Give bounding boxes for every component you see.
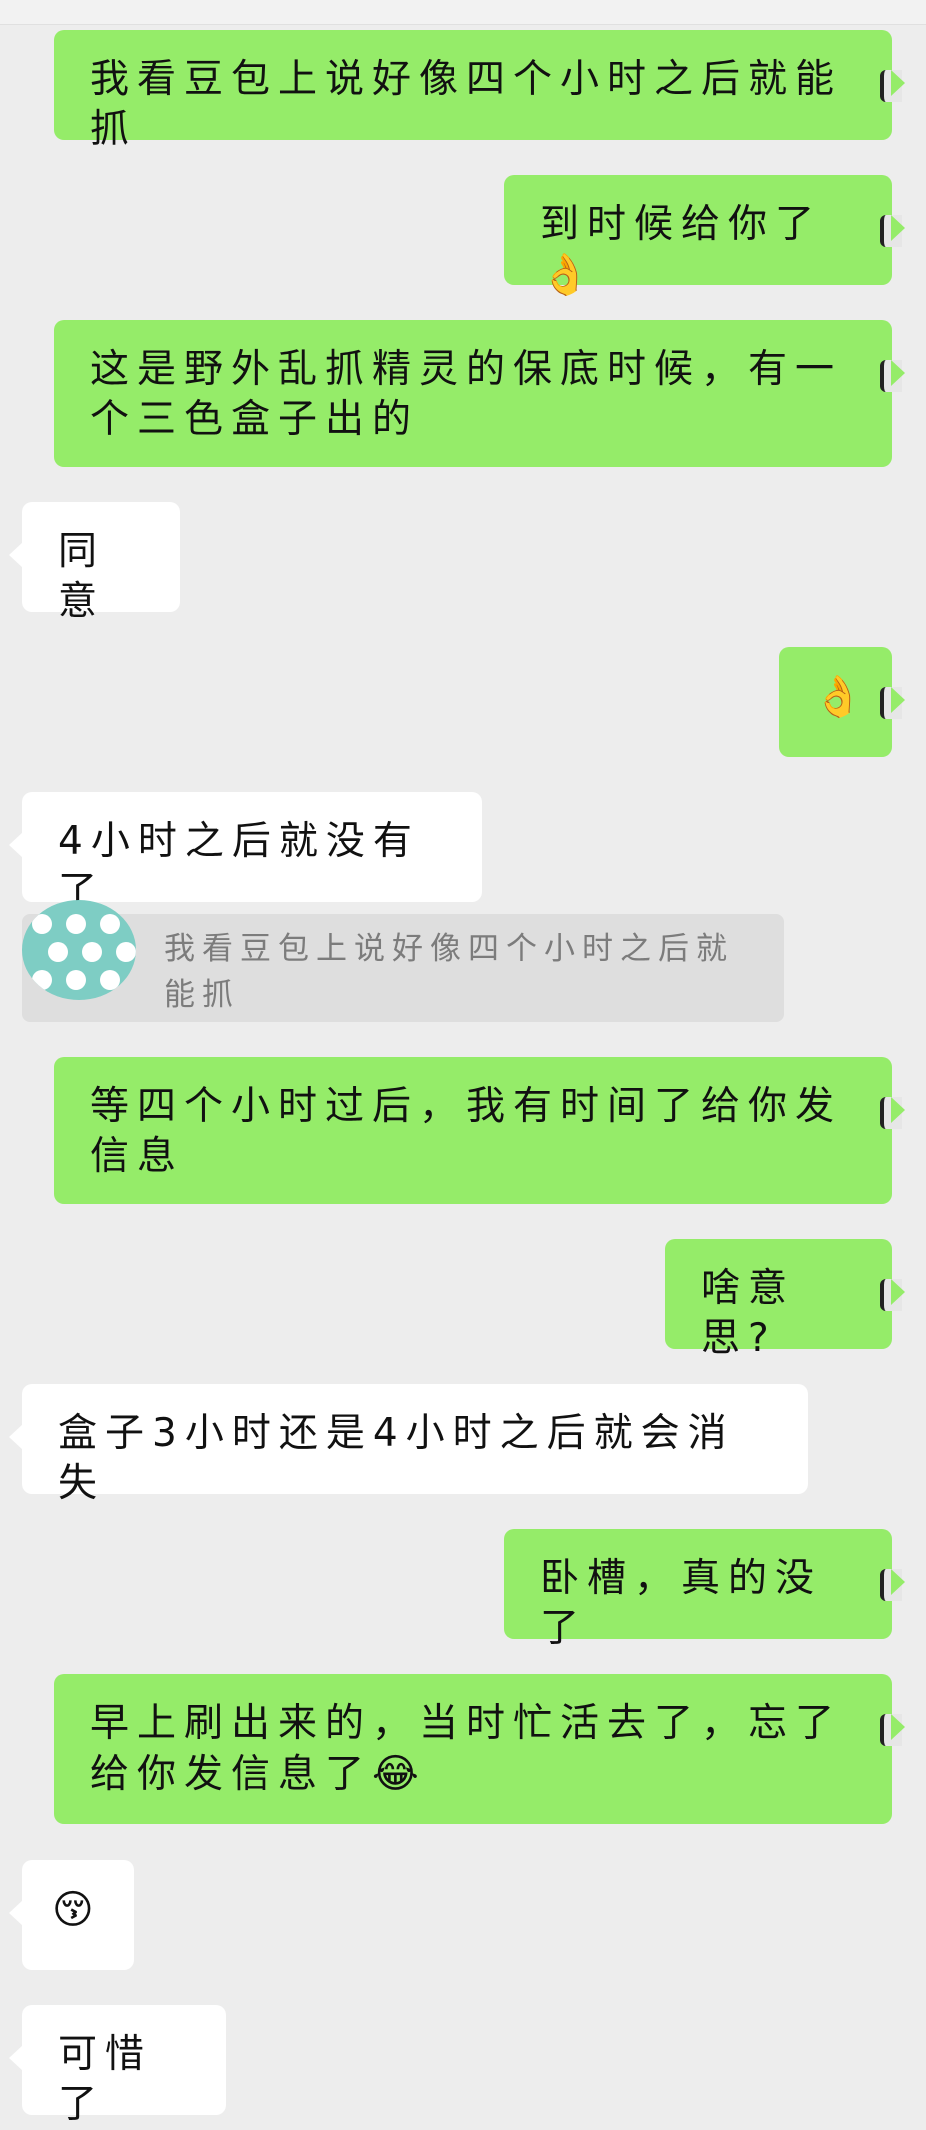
message-text: 4小时之后就没有了: [58, 819, 420, 914]
message-bubble-sent[interactable]: 等四个小时过后，我有时间了给你发信息: [54, 1057, 905, 1204]
message-bubble-received[interactable]: 盒子3小时还是4小时之后就会消失: [9, 1384, 808, 1506]
message-bubble-received[interactable]: 4小时之后就没有了: [9, 792, 482, 914]
message-bubble-received[interactable]: 😚: [9, 1860, 134, 1970]
avatar-edge[interactable]: [880, 215, 902, 247]
quoted-reply[interactable]: 我看豆包上说好像四个小时之后就能抓: [22, 914, 784, 1022]
avatar-edge[interactable]: [880, 1714, 902, 1746]
message-bubble-received[interactable]: 可惜了: [9, 2005, 226, 2127]
message-text: 啥意思?: [701, 1266, 796, 1361]
message-text: 这是野外乱抓精灵的保底时候，有一个三色盒子出的: [90, 347, 843, 442]
message-text: 我看豆包上说好像四个小时之后就能抓: [90, 57, 843, 152]
message-text: 早上刷出来的，当时忙活去了，忘了给你发信息了: [90, 1701, 843, 1797]
message-bubble-sent[interactable]: 我看豆包上说好像四个小时之后就能抓: [54, 30, 905, 152]
top-bar: [0, 0, 926, 25]
quoted-text: 我看豆包上说好像四个小时之后就能抓: [164, 931, 734, 1013]
avatar-edge[interactable]: [880, 70, 902, 102]
avatar-edge[interactable]: [880, 1097, 902, 1129]
unamused-face-icon: 😚: [52, 1887, 94, 1933]
chat-thread[interactable]: 我看豆包上说好像四个小时之后就能抓 到时候给你了 👌 这是野外乱抓精灵的保底时候，…: [0, 0, 926, 2127]
avatar-edge[interactable]: [880, 1279, 902, 1311]
message-text: 到时候给你了: [540, 202, 823, 247]
ok-hand-icon: 👌: [813, 674, 863, 720]
message-bubble-sent[interactable]: 这是野外乱抓精灵的保底时候，有一个三色盒子出的: [54, 320, 905, 467]
message-bubble-received[interactable]: 同意: [9, 502, 180, 624]
message-text: 等四个小时过后，我有时间了给你发信息: [90, 1084, 843, 1179]
message-text: 同意: [58, 529, 106, 624]
message-bubble-sent[interactable]: 早上刷出来的，当时忙活去了，忘了给你发信息了😂: [54, 1674, 905, 1824]
message-text: 卧槽，真的没了: [540, 1556, 823, 1651]
message-bubble-sent[interactable]: 卧槽，真的没了: [504, 1529, 905, 1651]
avatar-edge[interactable]: [880, 687, 902, 719]
avatar-edge[interactable]: [880, 360, 902, 392]
message-bubble-sent[interactable]: 👌: [779, 647, 905, 757]
ok-hand-icon: 👌: [540, 252, 590, 298]
message-bubble-sent[interactable]: 到时候给你了 👌: [504, 175, 905, 298]
avatar-edge[interactable]: [880, 1569, 902, 1601]
laughing-crying-icon: 😂: [372, 1751, 419, 1797]
quoted-avatar: [22, 900, 136, 1000]
message-text: 可惜了: [58, 2032, 153, 2127]
message-bubble-sent[interactable]: 啥意思?: [665, 1239, 905, 1361]
message-text: 盒子3小时还是4小时之后就会消失: [58, 1411, 735, 1506]
